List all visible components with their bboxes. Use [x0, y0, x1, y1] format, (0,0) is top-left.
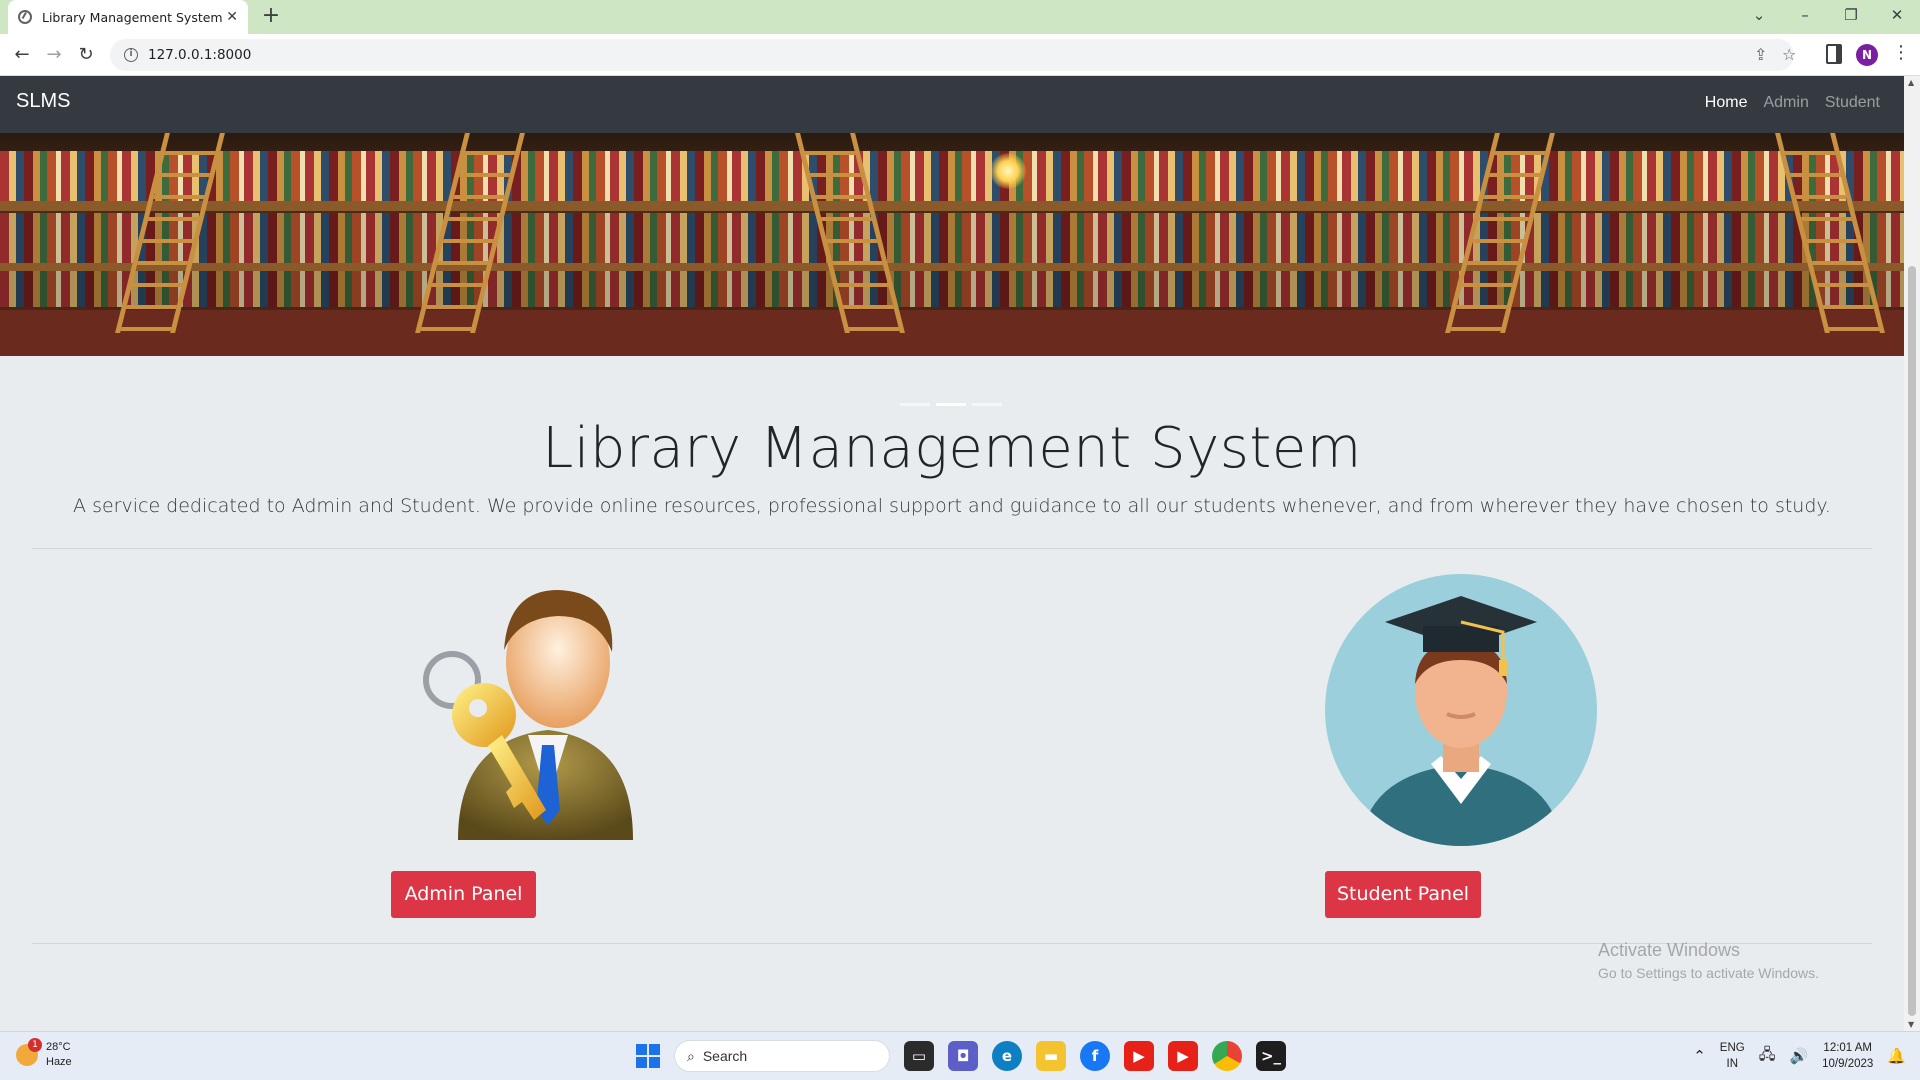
carousel-indicator-2[interactable] — [936, 403, 966, 406]
minimize-button[interactable]: – — [1782, 0, 1828, 34]
tab-search-chevron-icon[interactable]: ⌄ — [1736, 0, 1782, 34]
tab-title: Library Management System — [42, 9, 223, 25]
url-text[interactable]: 127.0.0.1:8000 — [148, 47, 251, 63]
tab-close-icon[interactable]: ✕ — [226, 9, 238, 25]
bookshelf-row — [0, 213, 1904, 263]
scroll-up-arrow-icon[interactable]: ▲ — [1908, 78, 1914, 87]
carousel-indicator-3[interactable] — [972, 403, 1002, 406]
facebook-icon[interactable]: f — [1080, 1041, 1110, 1071]
file-explorer-icon[interactable]: ▬ — [1036, 1041, 1066, 1071]
taskbar-search[interactable]: ⌕ Search — [674, 1040, 890, 1072]
page-lead: A service dedicated to Admin and Student… — [73, 495, 1831, 517]
window-close-button[interactable]: ✕ — [1874, 0, 1920, 34]
brand-logo[interactable]: SLMS — [16, 90, 70, 113]
browser-menu-icon[interactable]: ⋮ — [1892, 42, 1910, 63]
volume-icon[interactable]: 🔊 — [1789, 1047, 1808, 1065]
scrollbar-thumb[interactable] — [1908, 266, 1916, 1016]
jumbotron: Library Management System A service dedi… — [0, 416, 1904, 517]
restore-button[interactable]: ❐ — [1828, 0, 1874, 34]
divider — [32, 943, 1872, 944]
system-tray: ⌃ ENG IN 🖧 🔊 12:01 AM 10/9/2023 🔔 — [1693, 1040, 1906, 1072]
bookshelf-row — [0, 151, 1904, 201]
profile-avatar[interactable]: N — [1856, 44, 1878, 66]
divider — [32, 548, 1872, 549]
page-scrollbar[interactable]: ▲ ▼ — [1904, 76, 1920, 1031]
admin-panel-button[interactable]: Admin Panel — [391, 871, 536, 918]
weather-sun-icon: 1 — [16, 1038, 42, 1066]
page-viewport: SLMS Home Admin Student Library Manageme… — [0, 76, 1904, 1031]
side-panel-icon[interactable] — [1826, 44, 1842, 64]
lamp-light — [990, 153, 1026, 189]
weather-desc: Haze — [46, 1056, 72, 1068]
chrome-browser-icon[interactable] — [1212, 1041, 1242, 1071]
tray-overflow-chevron-icon[interactable]: ⌃ — [1693, 1047, 1706, 1065]
nav-link-home[interactable]: Home — [1705, 94, 1748, 112]
nav-link-student[interactable]: Student — [1825, 94, 1880, 112]
browser-toolbar: ← → ↻ i 127.0.0.1:8000 ⇪ ☆ N ⋮ — [0, 34, 1920, 76]
bookshelf-row — [0, 271, 1904, 307]
site-info-icon[interactable]: i — [124, 48, 138, 62]
search-label: Search — [702, 1048, 748, 1064]
back-arrow-icon[interactable]: ← — [8, 41, 36, 69]
language-indicator[interactable]: ENG IN — [1720, 1040, 1745, 1072]
task-view-icon[interactable]: ▭ — [904, 1041, 934, 1071]
taskbar-clock[interactable]: 12:01 AM 10/9/2023 — [1822, 1040, 1873, 1072]
carousel-indicators — [900, 403, 1002, 406]
search-icon: ⌕ — [687, 1047, 695, 1064]
taskbar-apps: ⌕ Search ▭ ◘ e ▬ f ▶ ▶ >_ — [636, 1040, 1286, 1072]
shelf-plank — [0, 201, 1904, 211]
windows-start-icon[interactable] — [636, 1044, 660, 1068]
browser-tab[interactable]: Library Management System ✕ — [8, 0, 248, 34]
weather-temp: 28°C — [46, 1041, 71, 1053]
student-panel-button[interactable]: Student Panel — [1325, 871, 1481, 918]
nav-links: Home Admin Student — [1705, 94, 1880, 112]
windows-taskbar: 1 28°C Haze ⌕ Search ▭ ◘ e ▬ f ▶ ▶ >_ ⌃ … — [0, 1031, 1920, 1080]
browser-tabstrip: Library Management System ✕ + ⌄ – ❐ ✕ — [0, 0, 1920, 34]
admin-key-icon — [423, 590, 633, 840]
clock-time: 12:01 AM — [1823, 1042, 1873, 1054]
nav-link-admin[interactable]: Admin — [1763, 94, 1808, 112]
activate-windows-watermark: Activate Windows Go to Settings to activ… — [1598, 940, 1819, 981]
reload-icon[interactable]: ↻ — [72, 41, 100, 69]
scroll-down-arrow-icon[interactable]: ▼ — [1908, 1020, 1914, 1029]
region-code: IN — [1726, 1058, 1739, 1070]
clock-date: 10/9/2023 — [1822, 1058, 1874, 1070]
watermark-subtitle: Go to Settings to activate Windows. — [1598, 965, 1819, 981]
student-graduate-icon — [1325, 574, 1597, 846]
terminal-icon[interactable]: >_ — [1256, 1041, 1286, 1071]
youtube-icon-2[interactable]: ▶ — [1168, 1041, 1198, 1071]
hero-carousel-image — [0, 133, 1904, 356]
globe-icon — [18, 10, 32, 24]
new-tab-button[interactable]: + — [258, 4, 284, 30]
carousel-indicator-1[interactable] — [900, 403, 930, 406]
bookmark-star-icon[interactable]: ☆ — [1782, 45, 1796, 64]
watermark-title: Activate Windows — [1598, 940, 1741, 960]
site-navbar: SLMS Home Admin Student — [0, 76, 1904, 133]
forward-arrow-icon[interactable]: → — [40, 41, 68, 69]
teams-chat-icon[interactable]: ◘ — [948, 1041, 978, 1071]
network-icon[interactable]: 🖧 — [1759, 1044, 1776, 1069]
weather-badge: 1 — [28, 1038, 42, 1052]
edge-browser-icon[interactable]: e — [992, 1041, 1022, 1071]
share-icon[interactable]: ⇪ — [1754, 45, 1767, 64]
weather-widget[interactable]: 1 28°C Haze — [16, 1038, 72, 1070]
address-bar[interactable]: i 127.0.0.1:8000 ⇪ ☆ — [110, 39, 1796, 71]
language-code: ENG — [1719, 1042, 1745, 1054]
youtube-icon[interactable]: ▶ — [1124, 1041, 1154, 1071]
notification-bell-icon[interactable]: 🔔 — [1887, 1047, 1906, 1065]
library-floor — [0, 310, 1904, 356]
page-title: Library Management System — [542, 416, 1362, 481]
